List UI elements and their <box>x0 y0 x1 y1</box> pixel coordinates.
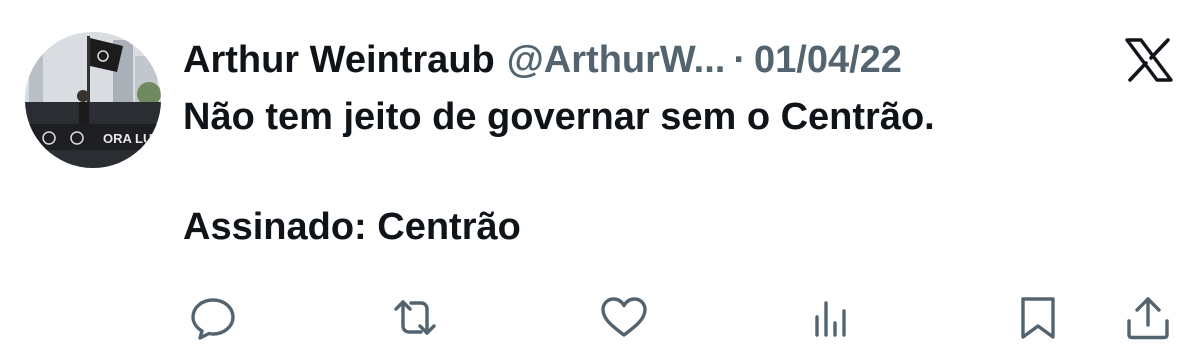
x-logo-icon <box>1124 38 1174 82</box>
avatar-photo: ORA LUL <box>25 32 161 168</box>
reply-button[interactable] <box>183 288 243 348</box>
share-icon <box>1127 297 1169 340</box>
author-handle[interactable]: @ArthurW... <box>507 34 726 86</box>
like-button[interactable] <box>594 288 654 348</box>
avatar-banner-text: ORA LUL <box>103 131 160 146</box>
author-name[interactable]: Arthur Weintraub <box>183 34 495 86</box>
avatar[interactable]: ORA LUL <box>25 32 161 168</box>
reply-icon <box>191 298 235 340</box>
tweet-date[interactable]: 01/04/22 <box>754 34 902 86</box>
share-button[interactable] <box>1118 288 1178 348</box>
retweet-icon <box>394 300 436 335</box>
tweet-text-line-1: Não tem jeito de governar sem o Centrão. <box>183 96 935 138</box>
tweet-text-line-2: Assinado: Centrão <box>183 206 521 248</box>
bookmark-button[interactable] <box>1008 288 1068 348</box>
heart-icon <box>601 297 647 337</box>
tweet-text: Não tem jeito de governar sem o Centrão.… <box>183 92 1163 252</box>
bookmark-icon <box>1021 297 1055 339</box>
views-button[interactable] <box>800 288 860 348</box>
separator-dot: · <box>733 39 746 81</box>
tweet-header: Arthur Weintraub @ArthurW... · 01/04/22 <box>183 34 902 86</box>
retweet-button[interactable] <box>385 288 445 348</box>
views-icon <box>815 301 846 337</box>
action-bar <box>0 288 1200 348</box>
tweet-card: ORA LUL Arthur Weintraub @ArthurW... · 0… <box>0 0 1200 362</box>
